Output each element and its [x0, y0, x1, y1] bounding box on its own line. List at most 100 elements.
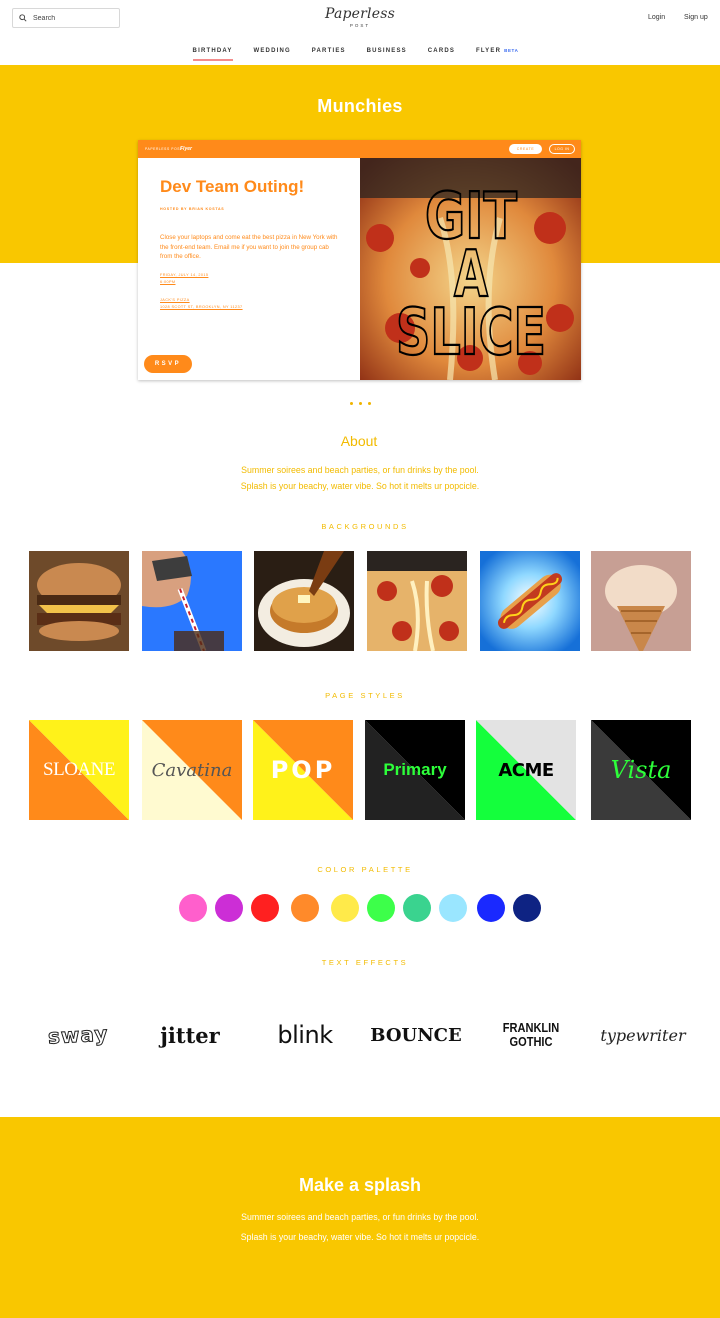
effect-typewriter[interactable]: typewriter	[588, 1015, 698, 1055]
color-swatch-light-blue[interactable]	[439, 894, 467, 922]
style-sloane-label: SLOANE	[43, 759, 115, 780]
style-pop[interactable]: POP	[253, 720, 353, 820]
footer-line-1: Summer soirees and beach parties, or fun…	[241, 1212, 479, 1222]
style-sloane[interactable]: SLOANE	[29, 720, 129, 820]
footer-text: Summer soirees and beach parties, or fun…	[0, 1207, 720, 1247]
background-pizza[interactable]	[367, 551, 467, 651]
hotdog-image	[480, 551, 580, 651]
nav-flyer[interactable]: FLYER BETA	[476, 48, 527, 59]
effect-jitter[interactable]: jitter	[135, 1015, 245, 1055]
carousel-dot[interactable]	[349, 402, 353, 405]
event-date[interactable]: FRIDAY, JULY 14, 2015 6:00PM	[160, 272, 208, 286]
effect-typewriter-label: typewriter	[600, 1025, 686, 1045]
art-text-line-3: SLICE	[396, 296, 546, 370]
event-host: HOSTED BY BRIAN KOSTAS	[160, 207, 225, 211]
footer-line-2: Splash is your beachy, water vibe. So ho…	[240, 1232, 480, 1242]
effect-sway[interactable]: sway	[23, 1015, 133, 1055]
nav-parties[interactable]: PARTIES	[312, 48, 346, 59]
nav-business[interactable]: BUSINESS	[367, 48, 407, 59]
effect-franklin-gothic-label: FRANKLIN GOTHIC	[502, 1020, 560, 1049]
hero-title: Munchies	[317, 96, 403, 116]
effect-sway-label: sway	[47, 1021, 109, 1049]
about-line-1: Summer soirees and beach parties, or fun…	[241, 465, 479, 475]
text-effects-list: sway jitter blink BOUNCE FRANKLIN GOTHIC…	[0, 1015, 720, 1055]
page-styles-list: SLOANE Cavatina POP Primary ACME Vista	[0, 720, 720, 820]
site-header: Paperless POST Login Sign up BIRTHDAY WE…	[0, 0, 720, 65]
background-soda[interactable]	[142, 551, 242, 651]
effect-blink[interactable]: blink	[250, 1015, 360, 1055]
style-cavatina-label: Cavatina	[151, 759, 233, 781]
carousel-dot[interactable]	[358, 402, 362, 405]
flyer-brand-name: Flyer	[180, 146, 192, 152]
category-nav: BIRTHDAY WEDDING PARTIES BUSINESS CARDS …	[0, 48, 720, 61]
flyer-details: Dev Team Outing! HOSTED BY BRIAN KOSTAS …	[138, 158, 360, 380]
event-address: 1028 SCOTT ST, BROOKLYN, NY 11237	[160, 305, 243, 309]
backgrounds-list	[0, 551, 720, 651]
nav-birthday[interactable]: BIRTHDAY	[192, 48, 233, 61]
logo-wordmark: Paperless	[324, 6, 395, 22]
style-vista-label: Vista	[610, 756, 672, 784]
color-palette	[0, 894, 720, 924]
color-swatch-magenta[interactable]	[215, 894, 243, 922]
effect-bounce-label: BOUNCE	[370, 1024, 462, 1046]
signup-link[interactable]: Sign up	[684, 14, 708, 21]
background-burger[interactable]	[29, 551, 129, 651]
color-swatch-orange[interactable]	[291, 894, 319, 922]
pizza-slice-image	[367, 551, 467, 651]
color-swatch-teal[interactable]	[403, 894, 431, 922]
background-hotdog[interactable]	[480, 551, 580, 651]
event-location[interactable]: JACK'S PIZZA 1028 SCOTT ST, BROOKLYN, NY…	[160, 297, 243, 311]
style-primary[interactable]: Primary	[365, 720, 465, 820]
effect-franklin-gothic[interactable]: FRANKLIN GOTHIC	[476, 1015, 586, 1055]
style-acme-label: ACME	[498, 759, 554, 781]
nav-wedding[interactable]: WEDDING	[253, 48, 290, 59]
nav-flyer-label: FLYER	[475, 48, 502, 54]
page-styles-label: PAGE STYLES	[325, 691, 405, 700]
background-ice-cream[interactable]	[591, 551, 691, 651]
flyer-topbar: PAPERLESS POST Flyer CREATE LOG IN	[138, 140, 581, 158]
footer-title: Make a splash	[298, 1175, 422, 1195]
effect-jitter-label: jitter	[160, 1022, 220, 1048]
event-description: Close your laptops and come eat the best…	[160, 234, 338, 260]
backgrounds-label: BACKGROUNDS	[321, 522, 409, 531]
effect-blink-label: blink	[277, 1021, 333, 1049]
about-text: Summer soirees and beach parties, or fun…	[0, 462, 720, 494]
pancakes-image	[254, 551, 354, 651]
ice-cream-image	[591, 551, 691, 651]
flyer-login-button[interactable]: LOG IN	[549, 144, 575, 154]
pizza-image: GIT A SLICE	[360, 158, 581, 380]
style-cavatina[interactable]: Cavatina	[142, 720, 242, 820]
logo[interactable]: Paperless POST	[0, 6, 720, 29]
beta-badge: BETA	[504, 48, 519, 53]
logo-subtitle: POST	[349, 23, 371, 28]
login-link[interactable]: Login	[648, 14, 665, 21]
event-date-time: 6:00PM	[160, 280, 176, 284]
event-title: Dev Team Outing!	[160, 177, 305, 196]
about-title: About	[340, 433, 378, 449]
text-effects-label: TEXT EFFECTS	[321, 958, 409, 967]
rsvp-button[interactable]: RSVP	[144, 355, 192, 373]
color-swatch-navy[interactable]	[513, 894, 541, 922]
burger-image	[29, 551, 129, 651]
carousel-dots[interactable]	[0, 392, 720, 410]
soda-image	[142, 551, 242, 651]
background-pancakes[interactable]	[254, 551, 354, 651]
color-swatch-blue[interactable]	[477, 894, 505, 922]
color-swatch-yellow[interactable]	[331, 894, 359, 922]
flyer-preview[interactable]: PAPERLESS POST Flyer CREATE LOG IN Dev T…	[138, 140, 581, 380]
flyer-create-button[interactable]: CREATE	[509, 144, 542, 154]
event-venue: JACK'S PIZZA	[160, 298, 190, 302]
style-primary-label: Primary	[383, 760, 447, 779]
color-swatch-pink[interactable]	[179, 894, 207, 922]
flyer-brand: PAPERLESS POST	[145, 147, 183, 151]
effect-bounce[interactable]: BOUNCE	[361, 1015, 471, 1055]
nav-cards[interactable]: CARDS	[428, 48, 455, 59]
color-swatch-red[interactable]	[251, 894, 279, 922]
carousel-dot[interactable]	[367, 402, 371, 405]
event-date-day: FRIDAY, JULY 14, 2015	[160, 273, 209, 277]
color-palette-label: COLOR PALETTE	[317, 865, 413, 874]
style-acme[interactable]: ACME	[476, 720, 576, 820]
style-vista[interactable]: Vista	[591, 720, 691, 820]
color-swatch-green[interactable]	[367, 894, 395, 922]
about-line-2: Splash is your beachy, water vibe. So ho…	[240, 481, 480, 491]
